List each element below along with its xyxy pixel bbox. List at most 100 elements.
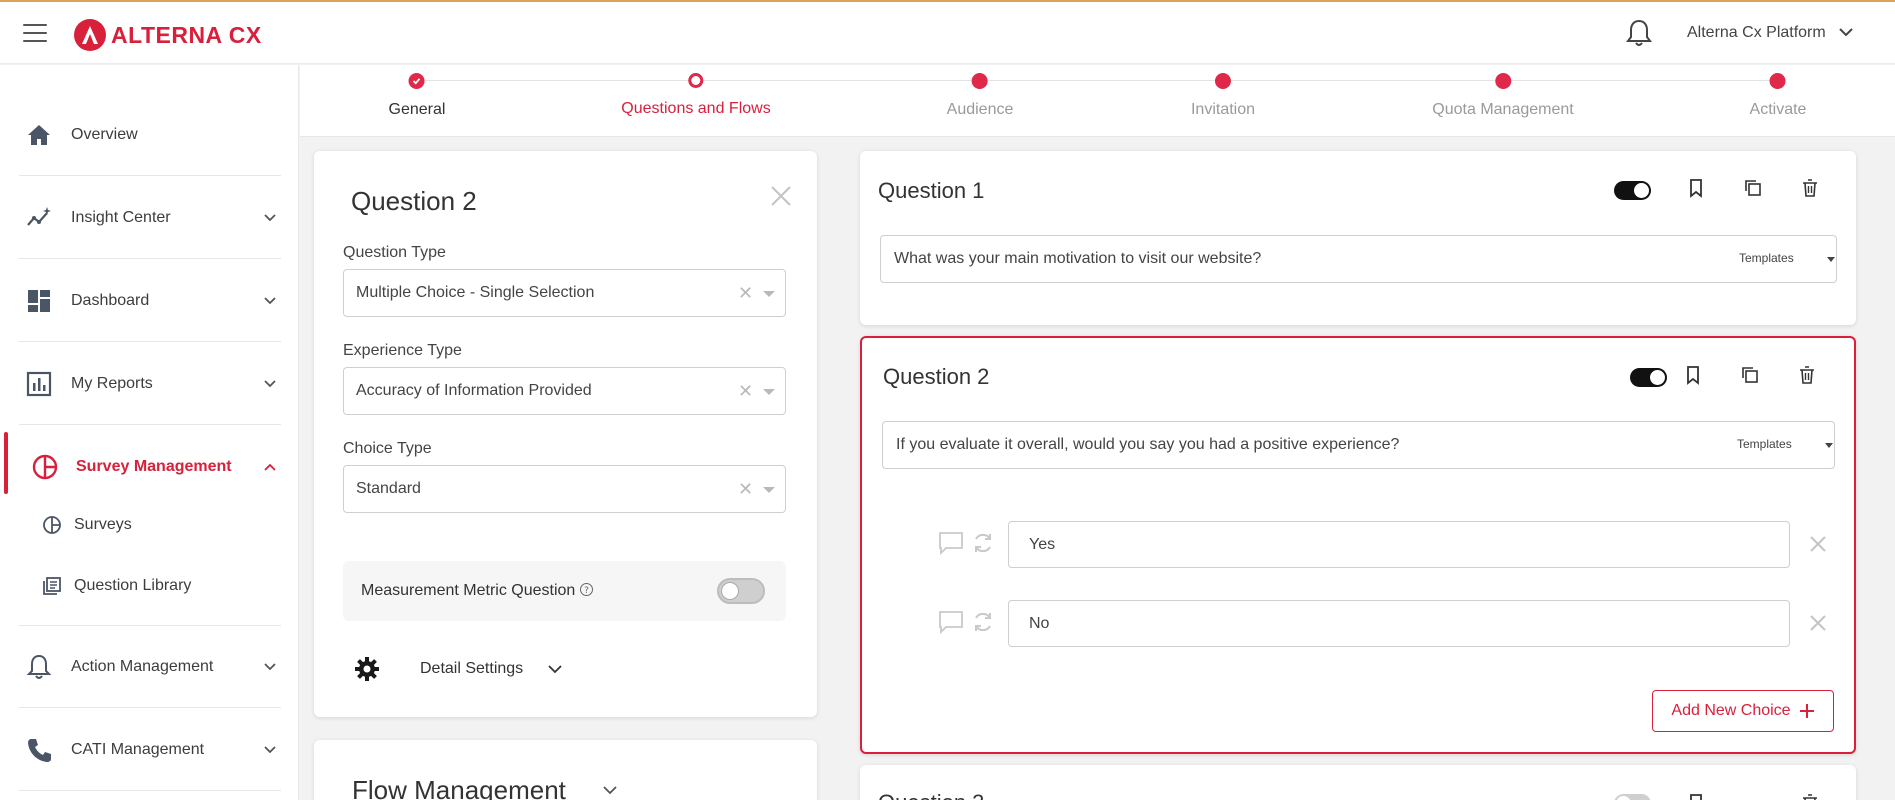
home-icon — [28, 124, 50, 145]
remove-choice-icon[interactable] — [1809, 614, 1827, 632]
step-invitation[interactable]: Invitation — [1191, 73, 1255, 119]
sidebar-item-cati-management[interactable]: CATI Management — [19, 709, 281, 791]
question-type-label: Question Type — [343, 244, 446, 261]
dropdown-arrow-icon[interactable] — [763, 291, 775, 297]
chevron-down-icon[interactable] — [547, 663, 563, 675]
gear-icon[interactable] — [354, 656, 380, 682]
chevron-down-icon — [264, 296, 276, 304]
detail-settings-toggle[interactable]: Detail Settings — [420, 660, 523, 678]
comment-icon[interactable] — [938, 531, 964, 555]
app-header: ALTERNA CX Alterna Cx Platform — [0, 2, 1895, 64]
chevron-down-icon — [264, 662, 276, 670]
templates-dropdown[interactable]: Templates — [1737, 437, 1792, 451]
question-card-3[interactable]: Question 3 — [860, 765, 1856, 800]
copy-icon[interactable] — [1743, 178, 1763, 198]
clear-icon[interactable]: ✕ — [738, 381, 753, 402]
chevron-down-icon[interactable] — [1838, 26, 1854, 38]
metric-question-row: Measurement Metric Question ? — [343, 561, 786, 621]
help-icon[interactable]: ? — [579, 582, 594, 597]
question-enabled-toggle[interactable] — [1630, 368, 1667, 387]
step-questions-and-flows[interactable]: Questions and Flows — [621, 73, 771, 118]
bookmark-icon[interactable] — [1686, 178, 1706, 198]
dropdown-arrow-icon[interactable] — [763, 389, 775, 395]
dropdown-arrow-icon[interactable] — [763, 487, 775, 493]
clear-icon[interactable]: ✕ — [738, 283, 753, 304]
trash-icon[interactable] — [1797, 365, 1817, 385]
pie-icon — [43, 516, 61, 534]
chevron-down-icon — [264, 213, 276, 221]
reports-icon — [26, 371, 52, 396]
question-enabled-toggle[interactable] — [1614, 794, 1651, 800]
sidebar: Overview Insight Center Dashboard My Rep… — [0, 65, 299, 800]
dropdown-arrow-icon[interactable] — [1825, 443, 1833, 448]
trash-icon[interactable] — [1800, 793, 1820, 800]
metric-question-label: Measurement Metric Question — [361, 582, 576, 599]
dropdown-arrow-icon[interactable] — [1827, 257, 1835, 262]
flow-management-panel: Flow Management — [314, 740, 817, 800]
sidebar-item-survey-management[interactable]: Survey Management — [19, 426, 281, 508]
step-activate[interactable]: Activate — [1750, 73, 1806, 119]
editor-title: Question 2 — [351, 186, 477, 216]
choice-type-label: Choice Type — [343, 440, 432, 457]
current-step-marker — [688, 73, 704, 88]
bell-icon — [26, 654, 52, 679]
sidebar-subitem-surveys[interactable]: Surveys — [42, 515, 132, 535]
active-indicator — [4, 432, 8, 494]
question-card-1[interactable]: Question 1 What was your main motivation… — [860, 151, 1856, 325]
step-audience[interactable]: Audience — [947, 73, 1013, 119]
step-marker — [1494, 73, 1511, 89]
brand-name: ALTERNA CX — [111, 21, 262, 48]
user-menu-label[interactable]: Alterna Cx Platform — [1687, 24, 1826, 42]
logo-mark-icon — [74, 19, 106, 51]
refresh-icon[interactable] — [971, 531, 995, 555]
svg-text:?: ? — [584, 586, 589, 596]
question-type-select[interactable]: Multiple Choice - Single Selection ✕ — [343, 269, 786, 317]
sidebar-item-dashboard[interactable]: Dashboard — [19, 260, 281, 342]
question-text-input[interactable]: What was your main motivation to visit o… — [880, 235, 1837, 283]
insight-icon — [27, 206, 51, 226]
check-icon — [408, 73, 425, 89]
notification-bell-icon[interactable] — [1625, 18, 1653, 48]
choice-input[interactable]: No — [1008, 600, 1790, 647]
chevron-down-icon[interactable] — [601, 784, 619, 796]
close-icon[interactable] — [769, 184, 793, 208]
menu-icon[interactable] — [23, 24, 47, 42]
step-marker — [1214, 73, 1231, 89]
sidebar-item-insight-center[interactable]: Insight Center — [19, 177, 281, 259]
progress-stepper: General Questions and Flows Audience Inv… — [300, 65, 1895, 137]
question-editor-panel: Question 2 Question Type Multiple Choice… — [314, 151, 817, 717]
sidebar-item-my-reports[interactable]: My Reports — [19, 343, 281, 425]
add-new-choice-button[interactable]: Add New Choice — [1652, 690, 1834, 732]
question-enabled-toggle[interactable] — [1614, 181, 1651, 200]
step-marker — [1769, 73, 1786, 89]
copy-icon[interactable] — [1740, 365, 1760, 385]
choice-type-select[interactable]: Standard ✕ — [343, 465, 786, 513]
experience-type-label: Experience Type — [343, 342, 462, 359]
dashboard-icon — [28, 289, 50, 312]
trash-icon[interactable] — [1800, 178, 1820, 198]
metric-question-toggle[interactable] — [717, 578, 765, 604]
step-quota-management[interactable]: Quota Management — [1432, 73, 1574, 119]
step-marker — [972, 73, 988, 89]
clear-icon[interactable]: ✕ — [738, 479, 753, 500]
bookmark-icon[interactable] — [1686, 793, 1706, 800]
chevron-down-icon — [264, 745, 276, 753]
library-icon — [43, 577, 61, 595]
templates-dropdown[interactable]: Templates — [1739, 251, 1794, 265]
chevron-up-icon — [264, 463, 276, 471]
survey-pie-icon — [32, 454, 58, 480]
step-general[interactable]: General — [389, 73, 445, 119]
remove-choice-icon[interactable] — [1809, 535, 1827, 553]
comment-icon[interactable] — [938, 610, 964, 634]
experience-type-select[interactable]: Accuracy of Information Provided ✕ — [343, 367, 786, 415]
refresh-icon[interactable] — [971, 610, 995, 634]
choice-input[interactable]: Yes — [1008, 521, 1790, 568]
sidebar-subitem-question-library[interactable]: Question Library — [42, 576, 191, 596]
brand-logo[interactable]: ALTERNA CX — [73, 18, 262, 52]
sidebar-item-overview[interactable]: Overview — [19, 94, 281, 176]
question-text-input[interactable]: If you evaluate it overall, would you sa… — [882, 421, 1835, 469]
flow-management-title: Flow Management — [352, 775, 566, 800]
bookmark-icon[interactable] — [1683, 365, 1703, 385]
sidebar-item-action-management[interactable]: Action Management — [19, 626, 281, 708]
phone-icon — [28, 738, 51, 762]
